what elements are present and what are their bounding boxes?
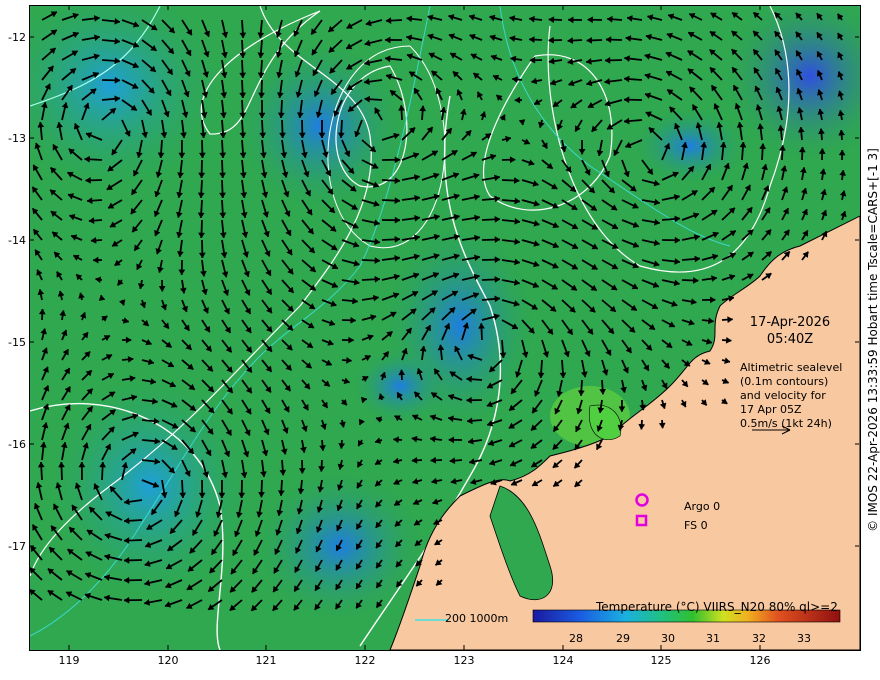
axis-ticks — [29, 5, 859, 650]
copyright-caption: © IMOS 22-Apr-2026 13:33:59 Hobart time … — [866, 148, 880, 532]
